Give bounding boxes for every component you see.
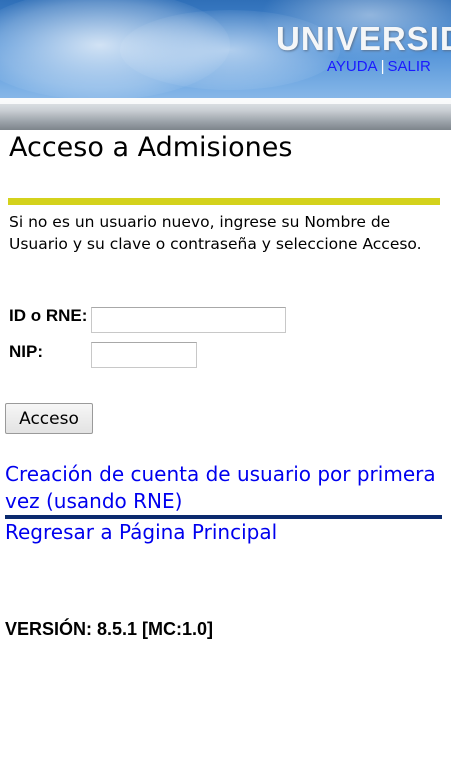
id-input[interactable] [91, 307, 286, 333]
header-link-separator: | [380, 58, 385, 75]
page: UNIVERSID AYUDA | SALIR Acceso a Admisione… [0, 0, 451, 768]
header-banner: UNIVERSID AYUDA | SALIR [0, 0, 451, 130]
nip-field-label: NIP: [9, 342, 43, 361]
banner-strip-shine [0, 98, 451, 104]
page-title: Acceso a Admisiones [9, 132, 293, 163]
home-link[interactable]: Regresar a Página Principal [5, 519, 277, 546]
nip-input[interactable] [91, 342, 197, 368]
version-label: VERSIÓN: 8.5.1 [MC:1.0] [5, 619, 214, 639]
header-links: AYUDA | SALIR [327, 58, 431, 75]
intro-text: Si no es un usuario nuevo, ingrese su No… [9, 213, 422, 253]
create-account-link[interactable]: Creación de cuenta de usuario por primer… [5, 461, 445, 515]
title-divider [8, 198, 440, 205]
banner-title: UNIVERSID [276, 20, 451, 57]
login-button[interactable]: Acceso [5, 403, 93, 434]
logout-link[interactable]: SALIR [387, 58, 430, 75]
id-field-label: ID o RNE: [9, 306, 88, 325]
help-link[interactable]: AYUDA [327, 58, 378, 75]
